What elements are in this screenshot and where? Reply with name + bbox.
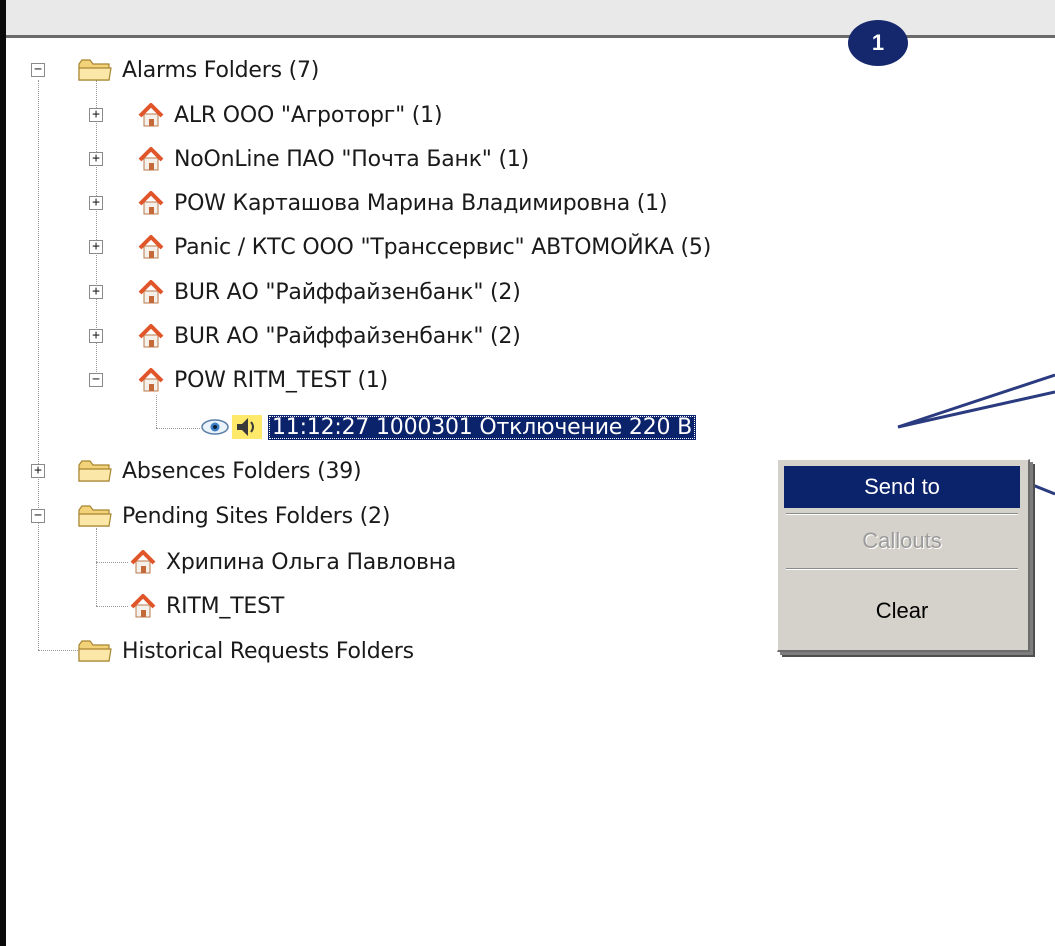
speaker-icon — [232, 415, 262, 439]
tree-node-label: Historical Requests Folders — [122, 638, 414, 664]
tree-node-label: Alarms Folders (7) — [122, 57, 320, 83]
tree-node-label: NoOnLine ПАО "Почта Банк" (1) — [174, 146, 530, 172]
tree-node-alarm-4[interactable]: Panic / КТС ООО "Транссервис" АВТОМОЙКА … — [138, 229, 711, 265]
tree-node-label: Panic / КТС ООО "Транссервис" АВТОМОЙКА … — [174, 234, 712, 260]
collapse-toggle[interactable]: − — [31, 509, 45, 523]
tree-node-alarm-6[interactable]: BUR АО "Райффайзенбанк" (2) — [138, 318, 521, 354]
tree-node-event-selected[interactable]: 11:12:27 1000301 Отключение 220 В — [200, 409, 696, 445]
house-icon — [130, 550, 156, 574]
expand-toggle[interactable]: + — [89, 285, 103, 299]
tree-node-absences[interactable]: Absences Folders (39) — [78, 453, 362, 489]
house-icon — [138, 368, 164, 392]
tree-node-alarm-1[interactable]: ALR ООО "Агроторг" (1) — [138, 97, 443, 133]
tree-node-label: POW Карташова Марина Владимировна (1) — [174, 190, 668, 216]
selected-event-label: 11:12:27 1000301 Отключение 220 В — [268, 414, 696, 440]
tree-node-alarm-3[interactable]: POW Карташова Марина Владимировна (1) — [138, 185, 668, 221]
tree-line — [38, 650, 82, 651]
tree-node-label: BUR АО "Райффайзенбанк" (2) — [174, 323, 521, 349]
menu-separator — [786, 513, 1018, 515]
house-icon — [138, 324, 164, 348]
tree-line — [156, 395, 157, 428]
tree-node-label: BUR АО "Райффайзенбанк" (2) — [174, 279, 521, 305]
expand-toggle[interactable]: + — [89, 152, 103, 166]
tree-node-pending-2[interactable]: RITM_TEST — [130, 588, 284, 624]
house-icon — [138, 280, 164, 304]
tree-line — [96, 528, 97, 606]
folder-icon — [78, 58, 112, 82]
tree-node-alarm-7[interactable]: POW RITM_TEST (1) — [138, 362, 388, 398]
expand-toggle[interactable]: + — [89, 196, 103, 210]
tree-node-label: POW RITM_TEST (1) — [174, 367, 389, 393]
expand-toggle[interactable]: + — [31, 464, 45, 478]
house-icon — [138, 147, 164, 171]
tree-line — [38, 80, 39, 650]
folder-icon — [78, 504, 112, 528]
menu-item-clear[interactable]: Clear — [784, 590, 1020, 632]
eye-icon — [201, 419, 229, 435]
house-icon — [138, 235, 164, 259]
tree-node-alarm-2[interactable]: NoOnLine ПАО "Почта Банк" (1) — [138, 141, 529, 177]
house-icon — [138, 191, 164, 215]
tree-node-label: Хрипина Ольга Павловна — [166, 549, 457, 575]
tree-node-pending[interactable]: Pending Sites Folders (2) — [78, 498, 390, 534]
tree-line — [96, 606, 128, 607]
tree-node-label: RITM_TEST — [166, 593, 285, 619]
tree-line — [156, 428, 200, 429]
tree-node-label: ALR ООО "Агроторг" (1) — [174, 102, 443, 128]
tree-node-alarms[interactable]: Alarms Folders (7) — [78, 52, 319, 88]
folder-icon — [78, 639, 112, 663]
folder-icon — [78, 459, 112, 483]
tree-node-pending-1[interactable]: Хрипина Ольга Павловна — [130, 544, 456, 580]
tree-node-historical[interactable]: Historical Requests Folders — [78, 633, 414, 669]
menu-item-send-to[interactable]: Send to — [784, 466, 1020, 508]
tree-node-label: Absences Folders (39) — [122, 458, 362, 484]
tree-line — [96, 562, 128, 563]
expand-toggle[interactable]: + — [89, 108, 103, 122]
menu-item-callouts[interactable]: Callouts — [784, 520, 1020, 562]
expand-toggle[interactable]: + — [89, 329, 103, 343]
collapse-toggle[interactable]: − — [89, 373, 103, 387]
expand-toggle[interactable]: + — [89, 240, 103, 254]
tree-node-alarm-5[interactable]: BUR АО "Райффайзенбанк" (2) — [138, 274, 521, 310]
collapse-toggle[interactable]: − — [31, 63, 45, 77]
context-menu: Send to Callouts Clear — [777, 459, 1030, 652]
tree-node-label: Pending Sites Folders (2) — [122, 503, 391, 529]
house-icon — [130, 594, 156, 618]
menu-separator — [786, 568, 1018, 570]
house-icon — [138, 103, 164, 127]
